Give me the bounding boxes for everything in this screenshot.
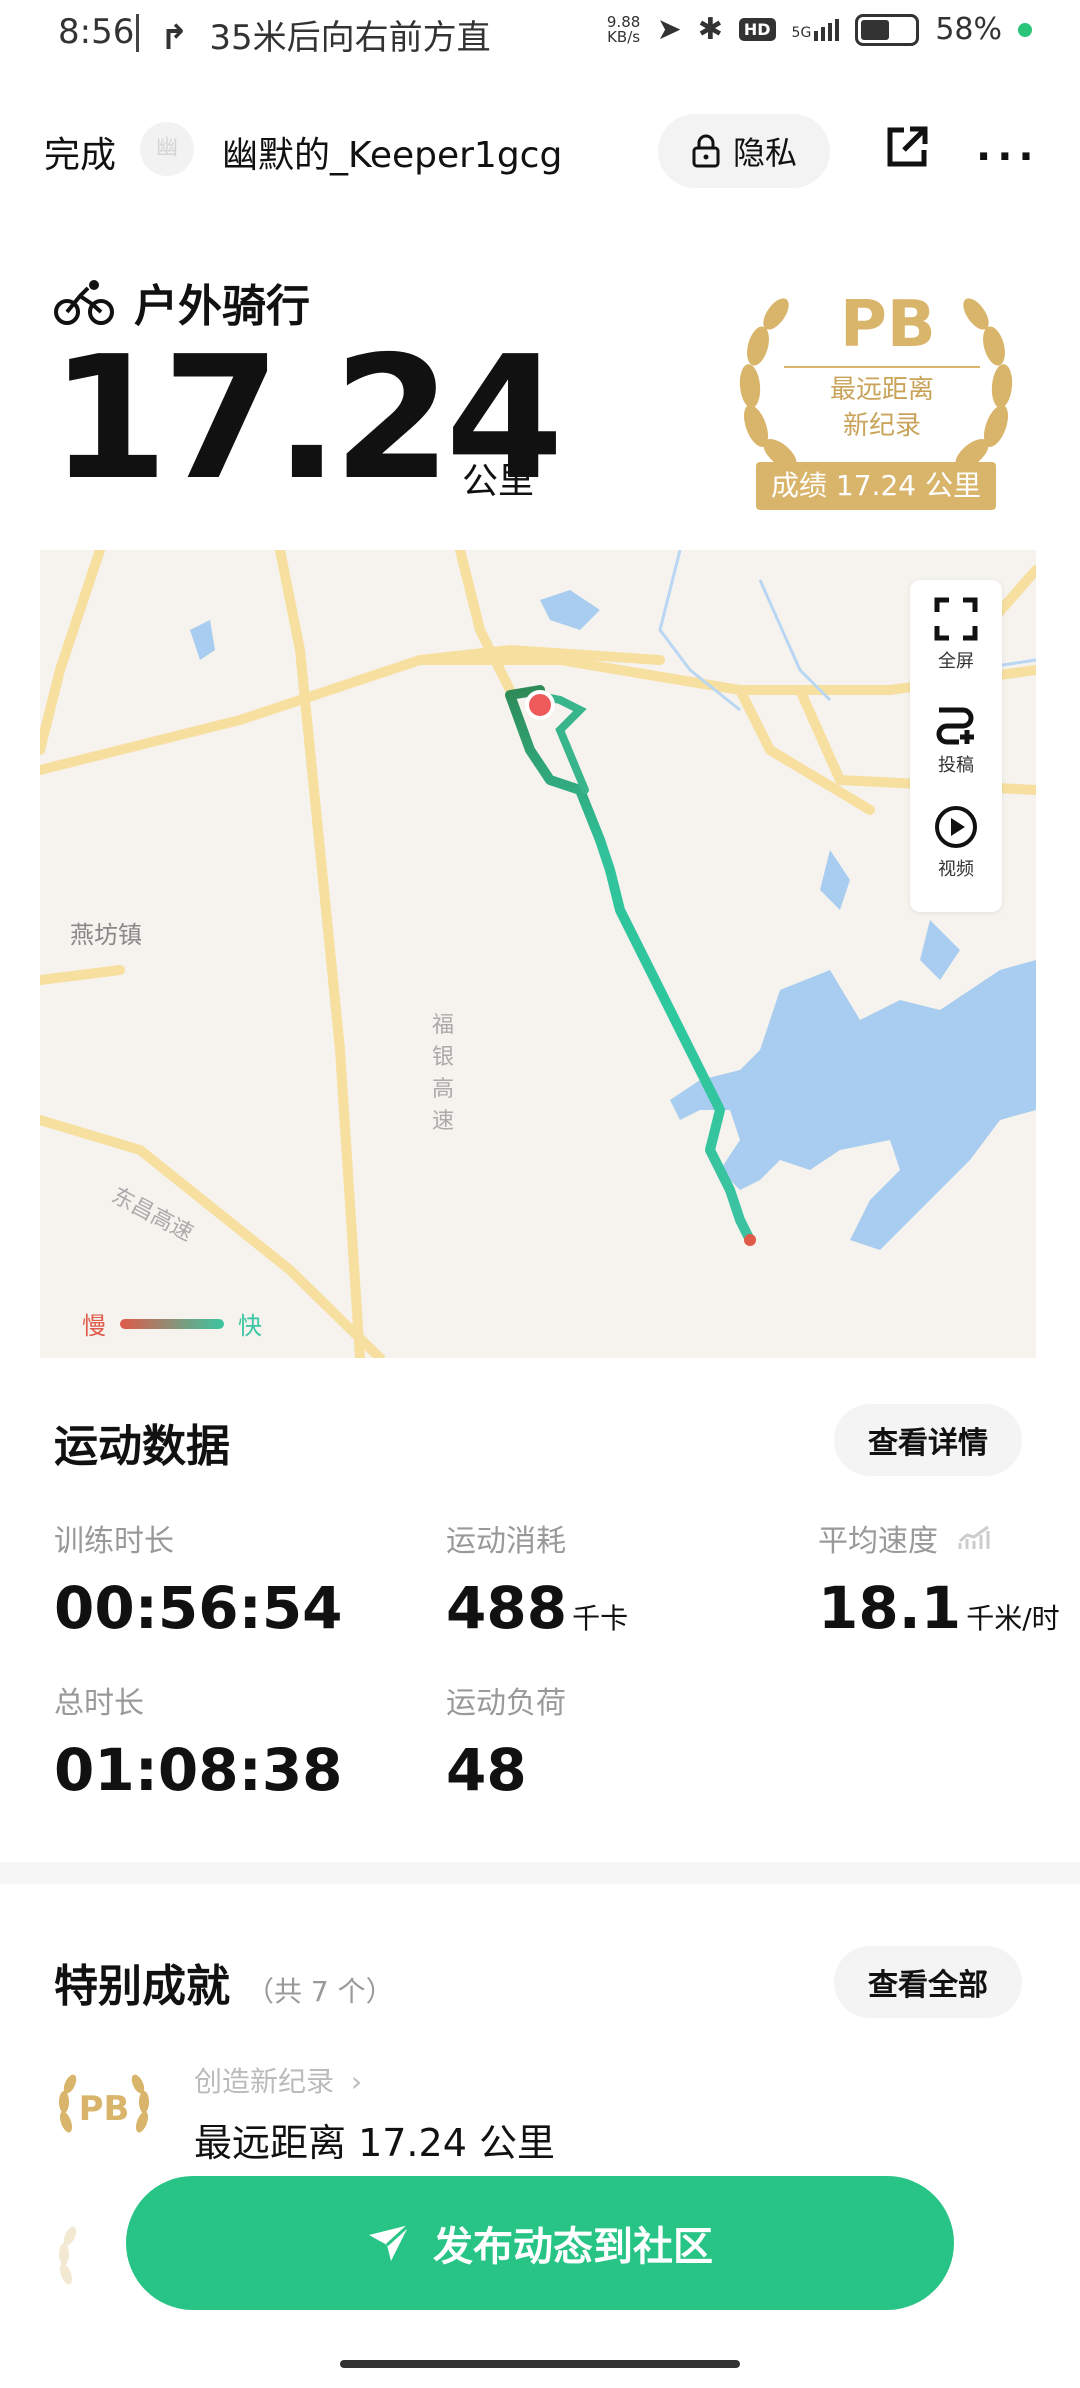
distance-unit: 公里 (462, 461, 535, 502)
stat-value: 488 (446, 1574, 568, 1642)
stat-unit: 千米/时 (966, 1602, 1060, 1635)
achievement-category: 创造新纪录 › (194, 2060, 362, 2100)
stat-item: 运动消耗 488 千卡 (446, 1516, 628, 1642)
lock-icon (692, 134, 720, 168)
stat-label: 训练时长 (54, 1524, 174, 1559)
map-controls: 全屏 投稿 视频 (910, 580, 1002, 912)
speed-legend: 慢 快 (82, 1306, 262, 1341)
stat-value: 18.1 (818, 1574, 962, 1642)
status-bar: 8:56 ↱ 35米后向右前方直 9.88 KB/s ➤ ✱ HD 5G 58% (0, 0, 1080, 72)
navigation-text: 35米后向右前方直 (209, 18, 491, 58)
speed-gradient-bar (120, 1318, 224, 1329)
video-button[interactable]: 视频 (910, 804, 1002, 881)
stat-value: 01:08:38 (54, 1736, 343, 1804)
speed-chart-icon (958, 1525, 990, 1549)
map-place-label: 燕坊镇 (70, 921, 142, 949)
achievement-item[interactable]: PB 创造新纪录 › 最远距离 17.24 公里 (54, 2060, 1014, 2170)
map-road-label-1: 福银高速 (432, 1013, 455, 1134)
bicycle-icon (54, 280, 114, 325)
fullscreen-icon (934, 597, 978, 641)
stat-item: 训练时长 00:56:54 (54, 1516, 343, 1642)
achievement-category-label: 创造新纪录 (194, 2065, 335, 2098)
route-end-marker (744, 1234, 756, 1246)
username: 幽默的_Keeper1gcg (222, 135, 563, 176)
route-map[interactable]: 燕坊镇 福银高速 东昌高速 (40, 550, 1036, 1358)
view-details-button[interactable]: 查看详情 (834, 1404, 1022, 1476)
stat-item: 总时长 01:08:38 (54, 1678, 343, 1804)
video-label: 视频 (938, 859, 974, 880)
fullscreen-button[interactable]: 全屏 (910, 596, 1002, 673)
publish-button[interactable]: 发布动态到社区 (126, 2176, 954, 2310)
legend-slow: 慢 (82, 1312, 106, 1340)
privacy-dot-icon (1018, 22, 1032, 37)
stat-label: 总时长 (54, 1686, 144, 1721)
home-indicator[interactable] (340, 2360, 740, 2368)
network-type: 5G (791, 24, 812, 41)
stats-section-title: 运动数据 (54, 1421, 230, 1472)
hd-icon: HD (738, 18, 776, 41)
net-speed: 9.88 KB/s (606, 12, 641, 46)
more-icon[interactable]: ··· (976, 134, 1040, 180)
stat-label: 平均速度 (818, 1524, 938, 1559)
status-time: 8:56 (58, 12, 135, 52)
badge-title: PB (840, 288, 936, 362)
privacy-label: 隐私 (732, 134, 797, 172)
send-icon (369, 2223, 411, 2261)
badge-line1: 最远距离 (829, 375, 934, 405)
stat-label: 运动负荷 (446, 1686, 566, 1721)
share-button[interactable] (884, 124, 930, 174)
chevron-right-icon: › (350, 2065, 363, 2098)
stat-value: 48 (446, 1736, 527, 1804)
fullscreen-label: 全屏 (938, 651, 974, 672)
submit-label: 投稿 (938, 755, 974, 776)
battery-level: 58% (935, 12, 1002, 47)
achievements-header: 特别成就 （共 7 个） (54, 1950, 394, 2014)
stat-item: 平均速度 18.1 千米/时 (818, 1516, 1060, 1642)
pb-badge-icon: PB (59, 2074, 149, 2133)
done-button[interactable]: 完成 (44, 126, 116, 178)
badge-result: 成绩 17.24 公里 (756, 462, 996, 510)
stat-unit: 千卡 (572, 1602, 629, 1635)
share-icon (887, 126, 928, 167)
location-icon: ➤ (656, 12, 682, 47)
battery-icon (855, 13, 920, 46)
section-divider (0, 1862, 1080, 1884)
achievements-count: （共 7 个） (246, 1975, 394, 2008)
pb-badge-text: PB (79, 2089, 130, 2129)
signal-icon: 5G (791, 18, 840, 41)
bluetooth-icon: ✱ (697, 12, 723, 47)
stat-item: 运动负荷 48 (446, 1678, 566, 1804)
route-share-icon (936, 707, 974, 745)
achievement-text: 最远距离 17.24 公里 (194, 2121, 555, 2165)
legend-fast: 快 (238, 1312, 262, 1340)
privacy-button[interactable]: 隐私 (658, 114, 830, 188)
route-line (505, 685, 755, 1245)
stat-value: 00:56:54 (54, 1574, 343, 1642)
submit-button[interactable]: 投稿 (910, 700, 1002, 777)
turn-arrow-icon: ↱ (160, 18, 189, 58)
navigation-hint: ↱ 35米后向右前方直 (160, 10, 491, 59)
avatar[interactable]: 幽 (140, 122, 194, 176)
play-icon (935, 806, 977, 848)
status-icons: 9.88 KB/s ➤ ✱ HD 5G 58% (607, 12, 1032, 47)
stat-label: 运动消耗 (446, 1524, 566, 1559)
route-start-marker (525, 690, 555, 720)
badge-subtitle: 最远距离 新纪录 (806, 372, 958, 444)
badge-line2: 新纪录 (842, 411, 921, 441)
achievements-title: 特别成就 (54, 1961, 230, 2012)
badge-divider (784, 366, 980, 368)
publish-label: 发布动态到社区 (433, 2224, 713, 2270)
view-all-button[interactable]: 查看全部 (834, 1946, 1022, 2018)
status-separator (136, 14, 139, 52)
